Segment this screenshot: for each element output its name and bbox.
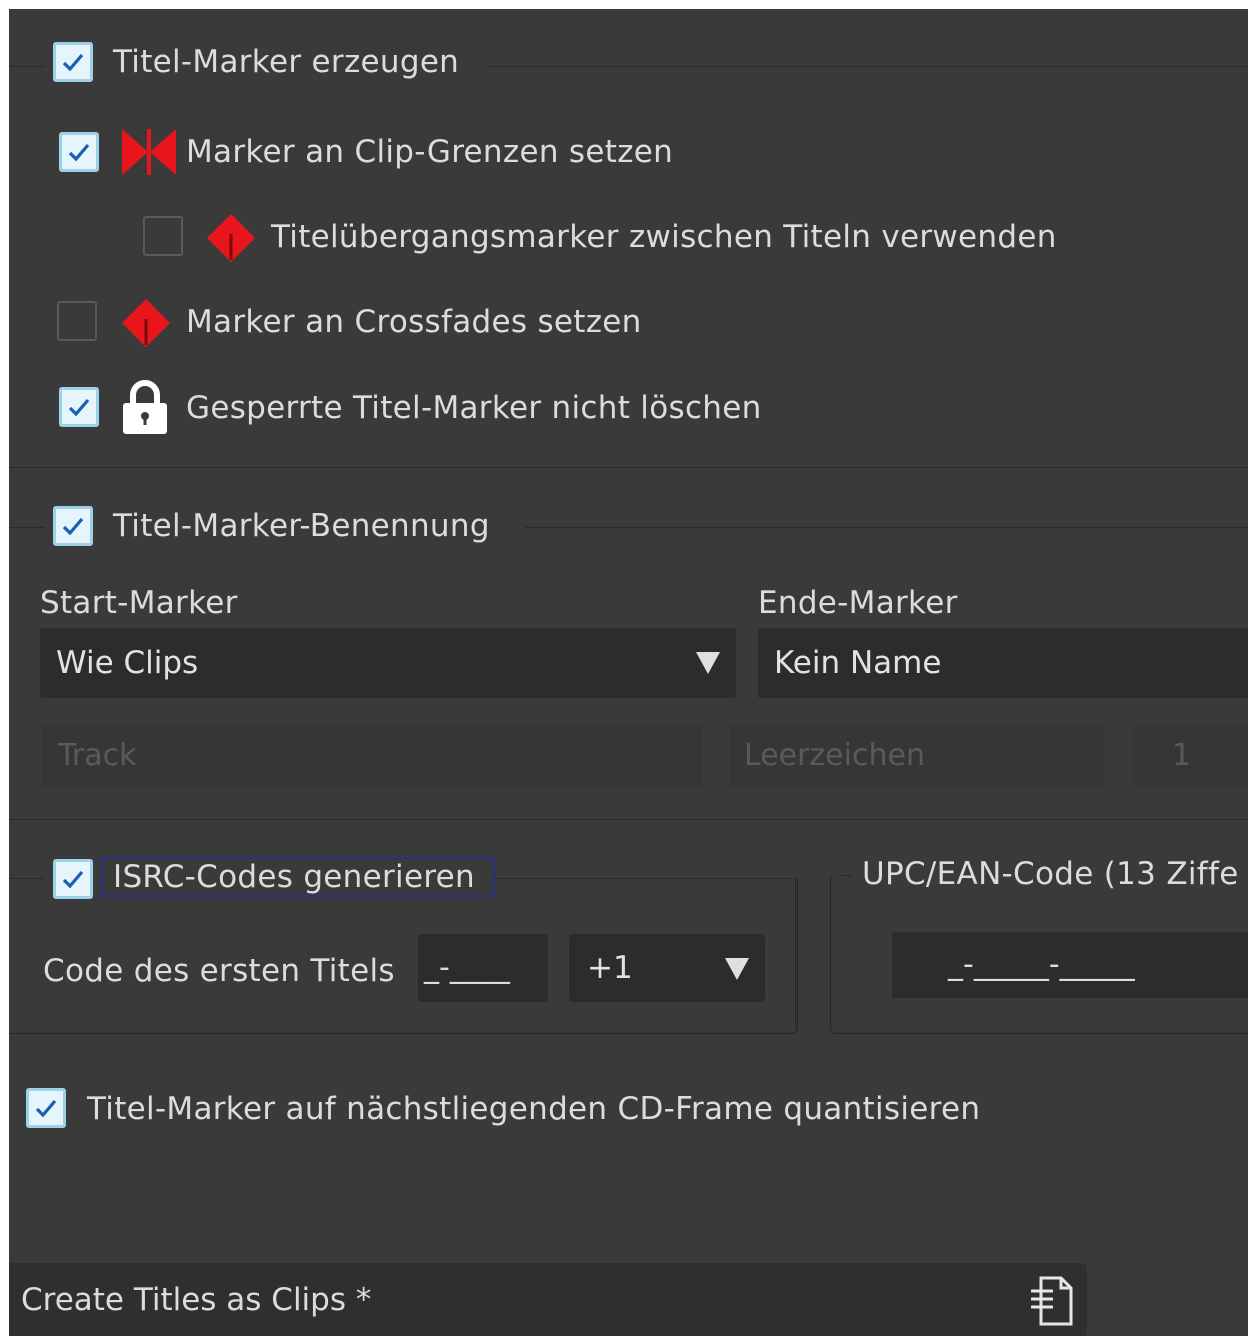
transition-markers-label: Titelübergangsmarker zwischen Titeln ver…	[271, 219, 1057, 255]
end-marker-dropdown[interactable]: Kein Name	[758, 628, 1248, 698]
group-frame-top-left	[9, 527, 45, 528]
upc-code-input[interactable]: _-_____-_____	[892, 932, 1248, 998]
upc-frame-left	[830, 875, 831, 1029]
checkmark-icon	[35, 1099, 57, 1118]
upc-code-value: _-_____-_____	[948, 947, 1135, 982]
chevron-down-icon	[725, 958, 749, 980]
group-frame-top-right	[495, 878, 795, 879]
isrc-checkbox[interactable]	[53, 859, 93, 899]
crossfade-markers-checkbox[interactable]	[57, 301, 97, 341]
start-marker-label: Start-Marker	[40, 585, 238, 621]
start-number-placeholder: 1	[1172, 738, 1192, 773]
document-list-icon[interactable]	[1029, 1275, 1075, 1327]
end-marker-label: Ende-Marker	[758, 585, 958, 621]
preset-label: Create Titles as Clips *	[21, 1282, 372, 1318]
isrc-increment-dropdown[interactable]: +1	[569, 934, 765, 1002]
checkmark-icon	[62, 53, 84, 72]
isrc-code-input[interactable]: _-____	[418, 934, 548, 1002]
transition-marker-icon	[207, 214, 255, 262]
start-number-field[interactable]: 1	[1132, 725, 1248, 787]
separator-field[interactable]: Leerzeichen	[730, 725, 1104, 787]
group-frame-top-left	[839, 875, 853, 876]
group-frame-top-right	[487, 66, 1248, 67]
checkmark-icon	[68, 143, 90, 162]
clip-boundary-checkbox[interactable]	[59, 132, 99, 172]
group-title-isrc: ISRC-Codes generieren	[113, 859, 475, 895]
clip-boundary-marker-icon	[122, 129, 176, 175]
track-placeholder: Track	[58, 738, 137, 773]
options-panel: Titel-Marker erzeugen Marker an Clip-Gre…	[9, 9, 1248, 1336]
crossfade-markers-label: Marker an Crossfades setzen	[186, 304, 642, 340]
first-title-code-label: Code des ersten Titels	[43, 953, 395, 989]
group-title-marker-naming: Titel-Marker-Benennung	[113, 508, 490, 544]
isrc-increment-value: +1	[587, 950, 633, 986]
chevron-down-icon	[696, 652, 720, 674]
crossfade-marker-icon	[122, 299, 170, 347]
start-marker-value: Wie Clips	[56, 645, 199, 681]
group-frame-top-right	[525, 527, 1248, 528]
keep-locked-markers-checkbox[interactable]	[59, 387, 99, 427]
group-frame-top-left	[9, 66, 45, 67]
group-frame-bottom	[9, 819, 1248, 820]
quantize-label: Titel-Marker auf nächstliegenden CD-Fram…	[87, 1091, 981, 1127]
keep-locked-markers-label: Gesperrte Titel-Marker nicht löschen	[186, 390, 762, 426]
preset-bar[interactable]: Create Titles as Clips *	[9, 1263, 1087, 1336]
transition-markers-checkbox[interactable]	[143, 216, 183, 256]
marker-naming-checkbox[interactable]	[53, 506, 93, 546]
clip-boundary-label: Marker an Clip-Grenzen setzen	[186, 134, 674, 170]
create-title-markers-checkbox[interactable]	[53, 42, 93, 82]
isrc-code-value: _-____	[424, 950, 510, 985]
track-name-field[interactable]: Track	[42, 725, 702, 787]
checkmark-icon	[62, 517, 84, 536]
group-frame-top-left	[9, 878, 45, 879]
start-marker-dropdown[interactable]: Wie Clips	[40, 628, 736, 698]
checkmark-icon	[68, 398, 90, 417]
checkmark-icon	[62, 870, 84, 889]
group-title-upc: UPC/EAN-Code (13 Ziffe	[862, 856, 1239, 892]
isrc-frame-right	[795, 878, 796, 1028]
lock-icon	[123, 380, 167, 434]
group-title-create-markers: Titel-Marker erzeugen	[113, 44, 460, 80]
separator-placeholder: Leerzeichen	[744, 738, 925, 773]
quantize-checkbox[interactable]	[26, 1088, 66, 1128]
end-marker-value: Kein Name	[774, 645, 942, 681]
group-frame-bottom	[9, 467, 1248, 468]
